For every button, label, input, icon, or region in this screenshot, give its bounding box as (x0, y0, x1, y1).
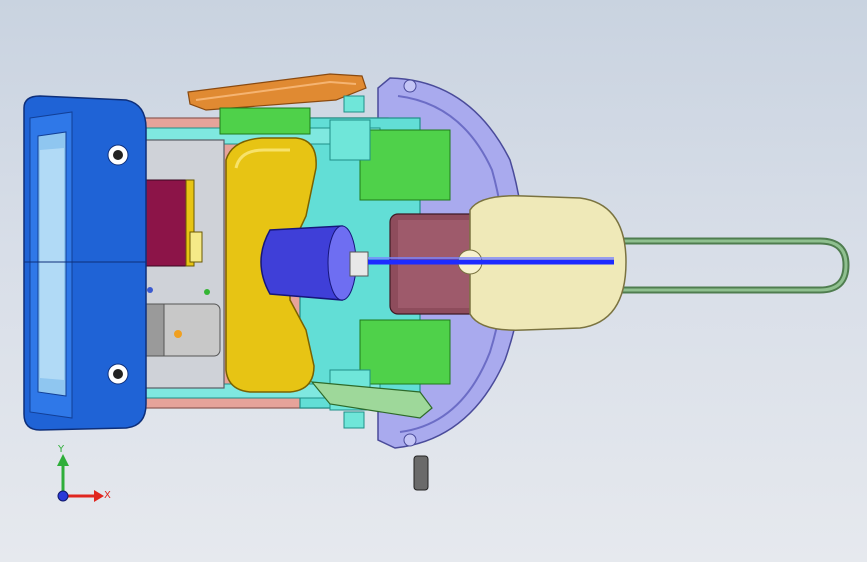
coordinate-triad: Y X (57, 444, 111, 502)
orange-lever-arm (187, 73, 367, 111)
y-axis-label: Y (57, 444, 65, 455)
blue-roller (260, 225, 369, 301)
latch-pin (413, 455, 429, 491)
screw-bottom-icon (107, 363, 129, 385)
drive-shaft (368, 257, 614, 265)
x-axis-label: X (104, 490, 111, 501)
wire-handle[interactable] (590, 237, 850, 294)
cad-viewport[interactable]: Y X (0, 0, 867, 562)
blue-end-cap[interactable] (23, 95, 147, 431)
screw-top-icon (107, 144, 129, 166)
cad-assembly-model[interactable]: Y X (0, 0, 867, 562)
